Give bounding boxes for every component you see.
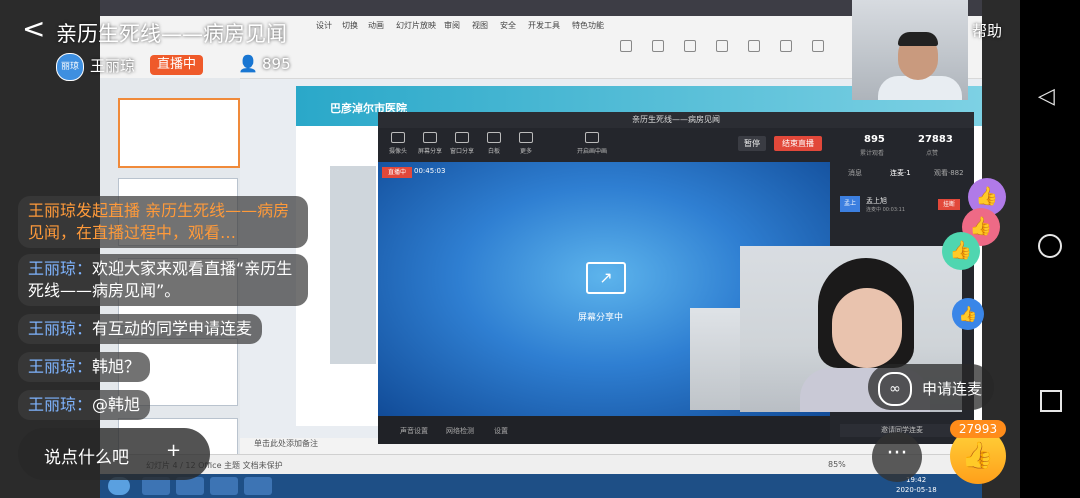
ribbon-menu-view[interactable]: 视图: [472, 20, 488, 31]
host-hair: [898, 32, 938, 46]
guest-face: [832, 288, 902, 368]
host-name: 王丽琼: [90, 57, 136, 75]
viewer-person-icon: 👤: [238, 54, 258, 73]
notes-placeholder: 单击此处添加备注: [254, 439, 318, 448]
ribbon-menu-design[interactable]: 设计: [316, 20, 332, 31]
ribbon-tool-icon[interactable]: [652, 40, 664, 52]
ribbon-menu-animation[interactable]: 动画: [368, 20, 384, 31]
status-badge: 直播中: [150, 55, 204, 75]
ribbon-tool-icon[interactable]: [748, 40, 760, 52]
nav-home-icon[interactable]: [1038, 234, 1062, 258]
pip-tool[interactable]: 开启画中画: [574, 132, 610, 155]
viewer-count: 895: [262, 55, 291, 73]
share-screen-icon: ↗: [586, 262, 626, 294]
window-icon: [455, 132, 469, 143]
like-count: 27993: [950, 420, 1006, 438]
android-nav-bar: ◁: [1020, 0, 1080, 498]
chat-message: 王丽琼：@韩旭: [18, 390, 151, 420]
camera-icon: [391, 132, 405, 143]
more-button[interactable]: ···: [872, 432, 922, 482]
live-bottom-tools: 声音设置 网络检测 设置: [378, 416, 830, 444]
slide-thumbnail[interactable]: [118, 98, 240, 168]
ribbon-menu-security[interactable]: 安全: [500, 20, 516, 31]
chat-message: 王丽琼：韩旭？: [18, 352, 151, 382]
back-icon[interactable]: <: [22, 14, 45, 44]
avatar[interactable]: 丽琼: [56, 53, 84, 81]
stream-title: 亲历生死线——病房见闻: [56, 22, 287, 46]
screen-share-icon: [423, 132, 437, 143]
stat-likes-label: 点赞: [926, 150, 939, 157]
tab-viewers[interactable]: 观看·882: [934, 168, 964, 178]
ribbon-menu-features[interactable]: 特色功能: [572, 20, 604, 31]
stat-likes: 27883: [918, 134, 953, 145]
ribbon-menu-transition[interactable]: 切换: [342, 20, 358, 31]
like-bubble-icon: 👍: [942, 232, 980, 270]
ribbon-menu-slideshow[interactable]: 幻灯片放映: [396, 20, 436, 31]
like-bubble-icon: 👍: [952, 298, 984, 330]
camera-tool[interactable]: 摄像头: [384, 132, 412, 155]
apply-mic-label: 申请连麦: [922, 380, 983, 398]
link-mic-icon: ∞: [878, 372, 912, 406]
tab-messages[interactable]: 消息: [848, 168, 862, 178]
ribbon-menu-devtools[interactable]: 开发工具: [528, 20, 560, 31]
comment-placeholder: 说点什么吧: [44, 448, 129, 468]
taskbar-app[interactable]: [244, 477, 272, 495]
more-tool[interactable]: 更多: [512, 132, 540, 155]
nav-back-icon[interactable]: ◁: [1038, 84, 1055, 109]
ribbon-tool-icon[interactable]: [716, 40, 728, 52]
pause-button[interactable]: 暂停: [738, 136, 766, 151]
network-check[interactable]: 网络检测: [446, 426, 474, 436]
ribbon-tool-icon[interactable]: [812, 40, 824, 52]
window-share-tool[interactable]: 窗口分享: [448, 132, 476, 155]
windows-taskbar: 19:42 2020-05-18: [100, 474, 982, 498]
ppt-status-bar: 幻灯片 4 / 12 Office 主题 文档未保护 85%: [100, 454, 982, 475]
ribbon-tool-icon[interactable]: [620, 40, 632, 52]
ribbon-tool-icon[interactable]: [684, 40, 696, 52]
live-badge: 直播中: [382, 167, 412, 178]
taskbar-app[interactable]: [210, 477, 238, 495]
add-icon[interactable]: +: [166, 440, 181, 461]
ribbon-menu-review[interactable]: 审阅: [444, 20, 460, 31]
nav-recents-icon[interactable]: [1040, 390, 1062, 412]
tab-mic[interactable]: 连麦·1: [890, 168, 911, 178]
member-status: 连麦中 00:03:11: [866, 207, 906, 213]
help-button[interactable]: 帮助: [972, 20, 1002, 41]
whiteboard-icon: [487, 132, 501, 143]
settings-link[interactable]: 设置: [494, 426, 508, 436]
clock-date: 2020-05-18: [896, 486, 937, 494]
screen-share-tool[interactable]: 屏幕分享: [416, 132, 444, 155]
ppt-tab-strip: [100, 0, 982, 16]
ribbon-tool-icon[interactable]: [780, 40, 792, 52]
stat-viewers-label: 累计观看: [860, 150, 885, 157]
live-window-title: 亲历生死线——病房见闻: [378, 112, 974, 128]
stat-viewers: 895: [864, 134, 885, 145]
sound-settings[interactable]: 声音设置: [400, 426, 428, 436]
slide-photo: [330, 166, 376, 364]
chat-message-system: 王丽琼发起直播 亲历生死线——病房见闻，在直播过程中，观看…: [18, 196, 308, 248]
member-avatar: 孟上: [840, 196, 860, 212]
end-live-button[interactable]: 结束直播: [774, 136, 822, 151]
chat-message: 王丽琼：欢迎大家来观看直播“亲历生死线——病房见闻”。: [18, 254, 308, 306]
chat-message: 王丽琼：有互动的同学申请连麦: [18, 314, 263, 344]
zoom-level[interactable]: 85%: [828, 460, 846, 469]
elapsed-time: 00:45:03: [414, 167, 446, 175]
grid-icon: [519, 132, 533, 143]
pip-icon: [585, 132, 599, 143]
webcam-feed-small: [690, 308, 740, 410]
whiteboard-tool[interactable]: 白板: [480, 132, 508, 155]
hangup-button[interactable]: 挂断: [938, 199, 960, 210]
screen-sharing-text: 屏幕分享中: [578, 313, 624, 323]
member-name: 孟上旭: [866, 197, 887, 205]
